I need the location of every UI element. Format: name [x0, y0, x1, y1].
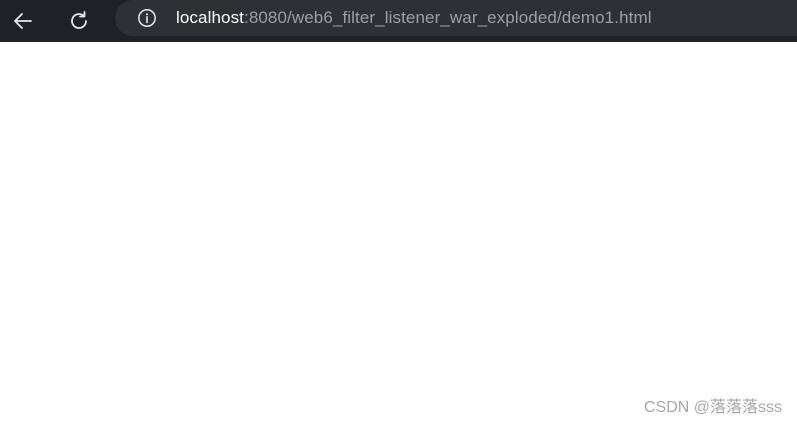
back-button[interactable] — [5, 3, 41, 39]
url-host: localhost — [176, 8, 244, 27]
info-circle-icon[interactable] — [137, 8, 157, 28]
browser-toolbar: localhost:8080/web6_filter_listener_war_… — [0, 0, 797, 42]
watermark: CSDN @落落落sss — [643, 399, 782, 416]
page-content — [0, 42, 797, 421]
url-path: :8080/web6_filter_listener_war_exploded/… — [244, 8, 652, 27]
reload-button[interactable] — [61, 3, 97, 39]
reload-icon — [71, 11, 87, 29]
address-bar[interactable]: localhost:8080/web6_filter_listener_war_… — [115, 0, 797, 36]
url-text[interactable]: localhost:8080/web6_filter_listener_war_… — [176, 8, 652, 28]
arrow-left-icon — [14, 13, 32, 29]
